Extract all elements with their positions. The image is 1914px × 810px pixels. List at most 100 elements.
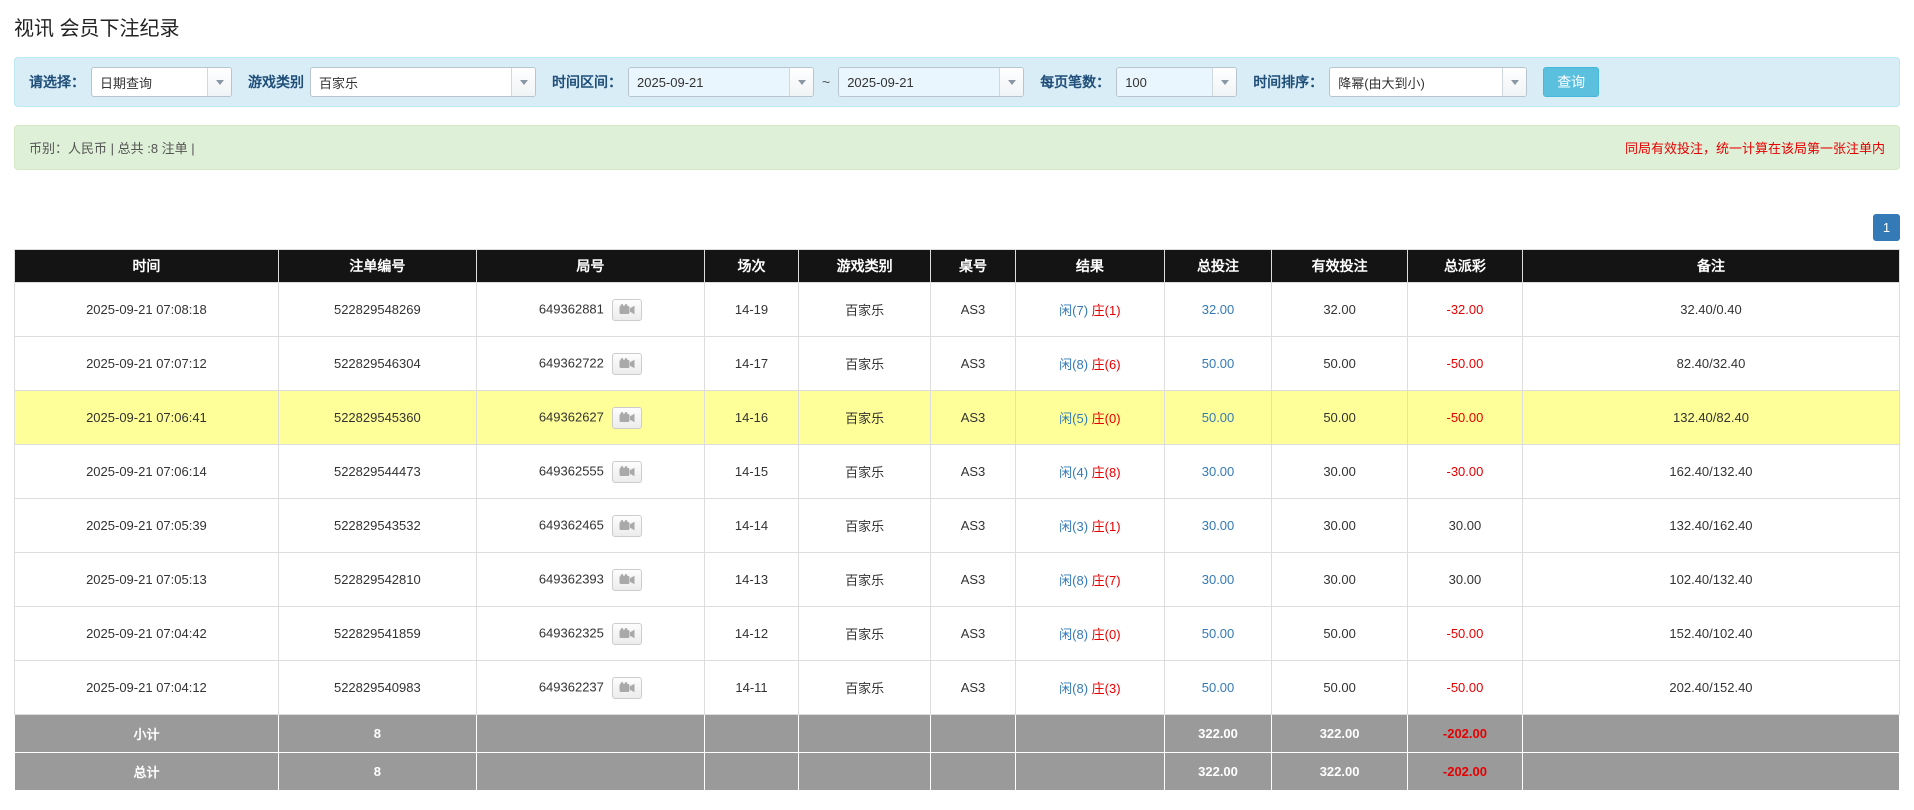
subtotal-total-bet: 322.00 [1163, 714, 1273, 753]
cell-payout: 30.00 [1406, 498, 1523, 553]
cell-bet-id: 522829548269 [277, 282, 477, 337]
col-header-round-id: 局号 [475, 249, 705, 283]
col-header-session: 场次 [703, 249, 800, 283]
cell-remark: 132.40/162.40 [1521, 498, 1901, 553]
table-row: 2025-09-21 07:05:39 522829543532 6493624… [14, 498, 1901, 553]
result-player: 闲(7) [1059, 303, 1089, 318]
chevron-down-icon [519, 79, 528, 85]
cell-remark: 162.40/132.40 [1521, 444, 1901, 499]
chevron-down-icon [1007, 79, 1016, 85]
cell-round-id: 649362627 [475, 390, 705, 445]
cell-remark: 202.40/152.40 [1521, 660, 1901, 715]
cell-payout: -50.00 [1406, 606, 1523, 661]
round-id-text: 649362237 [538, 678, 604, 694]
total-empty [1521, 752, 1901, 791]
video-replay-button[interactable] [611, 460, 642, 483]
cell-valid-bet: 30.00 [1271, 498, 1408, 553]
chevron-down-icon [797, 79, 806, 85]
cell-payout: 30.00 [1406, 552, 1523, 607]
date-to-dropdown-button[interactable] [999, 68, 1024, 96]
date-from-input[interactable] [629, 68, 789, 96]
col-header-total-bet: 总投注 [1163, 249, 1273, 283]
page-size-input[interactable] [1117, 68, 1213, 96]
video-replay-button[interactable] [611, 406, 642, 429]
camera-icon [619, 573, 635, 584]
cell-remark: 152.40/102.40 [1521, 606, 1901, 661]
cell-result: 闲(5) 庄(0) [1014, 390, 1165, 445]
cell-time: 2025-09-21 07:06:14 [14, 444, 279, 499]
sort-group: 时间排序： [1253, 67, 1528, 97]
cell-bet-id: 522829545360 [277, 390, 477, 445]
cell-session: 14-11 [703, 660, 800, 715]
query-type-label: 请选择： [29, 74, 85, 90]
cell-result: 闲(7) 庄(1) [1014, 282, 1165, 337]
cell-valid-bet: 50.00 [1271, 606, 1408, 661]
video-replay-button[interactable] [611, 352, 642, 375]
video-replay-button[interactable] [611, 676, 642, 699]
cell-total-bet[interactable]: 50.00 [1163, 606, 1273, 661]
cell-payout: -50.00 [1406, 390, 1523, 445]
date-to-input[interactable] [839, 68, 1000, 96]
result-player: 闲(8) [1059, 681, 1089, 696]
date-from-dropdown-button[interactable] [789, 68, 813, 96]
pagination: 1 [14, 214, 1900, 241]
total-payout: -202.00 [1406, 752, 1523, 791]
cell-round-id: 649362393 [475, 552, 705, 607]
total-label: 总计 [14, 752, 279, 791]
video-replay-button[interactable] [611, 568, 642, 591]
page-button-1[interactable]: 1 [1873, 214, 1900, 241]
query-type-dropdown-button[interactable] [207, 68, 231, 96]
cell-total-bet[interactable]: 30.00 [1163, 444, 1273, 499]
round-id-text: 649362722 [538, 354, 604, 370]
cell-round-id: 649362325 [475, 606, 705, 661]
subtotal-count: 8 [277, 714, 477, 753]
cell-total-bet[interactable]: 32.00 [1163, 282, 1273, 337]
subtotal-row: 小计 8 322.00 322.00 -202.00 [14, 714, 1901, 753]
video-replay-button[interactable] [611, 622, 642, 645]
page-title: 视讯 会员下注纪录 [14, 18, 180, 40]
cell-payout: -30.00 [1406, 444, 1523, 499]
cell-total-bet[interactable]: 50.00 [1163, 660, 1273, 715]
camera-icon [619, 303, 635, 314]
cell-valid-bet: 50.00 [1271, 336, 1408, 391]
cell-total-bet[interactable]: 50.00 [1163, 336, 1273, 391]
page-size-dropdown-button[interactable] [1212, 68, 1237, 96]
result-player: 闲(3) [1059, 519, 1089, 534]
cell-time: 2025-09-21 07:05:13 [14, 552, 279, 607]
cell-time: 2025-09-21 07:04:42 [14, 606, 279, 661]
cell-remark: 102.40/132.40 [1521, 552, 1901, 607]
subtotal-empty [703, 714, 800, 753]
cell-game-type: 百家乐 [798, 498, 932, 553]
cell-total-bet[interactable]: 30.00 [1163, 552, 1273, 607]
cell-round-id: 649362555 [475, 444, 705, 499]
result-player: 闲(8) [1059, 357, 1089, 372]
cell-game-type: 百家乐 [798, 660, 932, 715]
result-banker: 庄(1) [1091, 303, 1121, 318]
page-size-combo [1116, 67, 1238, 97]
video-replay-button[interactable] [611, 514, 642, 537]
camera-icon [619, 411, 635, 422]
sort-input[interactable] [1330, 68, 1503, 96]
time-range-group: 时间区间： ~ [552, 67, 1025, 97]
cell-bet-id: 522829543532 [277, 498, 477, 553]
currency-summary-text: 币别：人民币 | 总共 :8 注单 | [29, 141, 195, 156]
col-header-time: 时间 [14, 249, 279, 283]
cell-result: 闲(8) 庄(3) [1014, 660, 1165, 715]
cell-total-bet[interactable]: 50.00 [1163, 390, 1273, 445]
subtotal-label: 小计 [14, 714, 279, 753]
cell-session: 14-12 [703, 606, 800, 661]
cell-game-type: 百家乐 [798, 606, 932, 661]
search-button[interactable]: 查询 [1543, 67, 1600, 97]
table-row: 2025-09-21 07:06:14 522829544473 6493625… [14, 444, 1901, 499]
sort-dropdown-button[interactable] [1502, 68, 1527, 96]
cell-session: 14-13 [703, 552, 800, 607]
total-total-bet: 322.00 [1163, 752, 1273, 791]
game-type-input[interactable] [311, 68, 511, 96]
sort-label: 时间排序： [1253, 74, 1324, 90]
game-type-dropdown-button[interactable] [511, 68, 535, 96]
cell-bet-id: 522829544473 [277, 444, 477, 499]
query-type-input[interactable] [92, 68, 207, 96]
subtotal-empty [930, 714, 1016, 753]
cell-total-bet[interactable]: 30.00 [1163, 498, 1273, 553]
video-replay-button[interactable] [611, 298, 642, 321]
